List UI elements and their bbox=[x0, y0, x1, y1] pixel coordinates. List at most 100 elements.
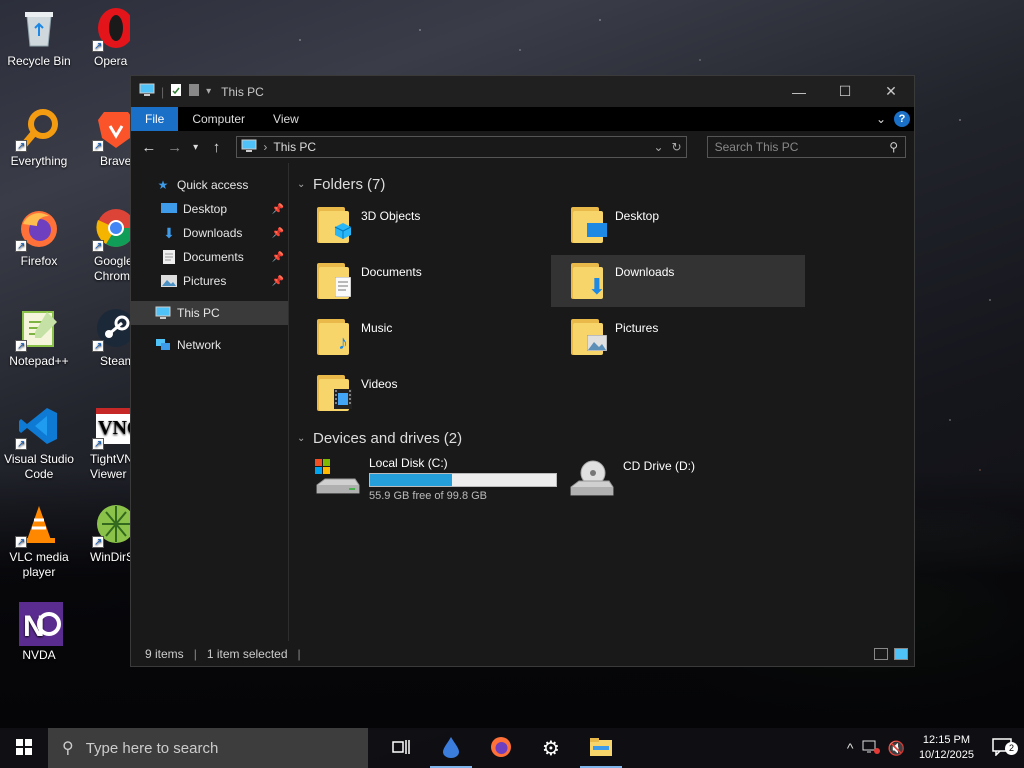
customize-toolbar-icon[interactable]: ▾ bbox=[206, 86, 211, 97]
this-pc-icon bbox=[155, 306, 171, 320]
desktop-icon-windirstat[interactable]: WinDirStat bbox=[78, 502, 130, 565]
folder-tile-downloads[interactable]: ⬇ Downloads bbox=[551, 255, 805, 307]
maximize-button[interactable]: ☐ bbox=[822, 76, 868, 107]
desktop-icon-label: Visual Studio Code bbox=[4, 452, 74, 481]
back-arrow-icon[interactable]: ← bbox=[139, 139, 159, 156]
download-icon: ⬇ bbox=[163, 224, 175, 241]
desktop-icon-notepadpp[interactable]: Notepad++ bbox=[0, 306, 78, 369]
nav-this-pc[interactable]: This PC bbox=[131, 301, 288, 325]
minimize-button[interactable]: — bbox=[776, 76, 822, 107]
desktop-icon-brave[interactable]: Brave bbox=[78, 106, 130, 169]
search-placeholder: Search This PC bbox=[714, 140, 799, 154]
forward-arrow-icon[interactable]: → bbox=[165, 139, 185, 156]
folder-tile-videos[interactable]: Videos bbox=[297, 367, 551, 419]
taskbar-app-edge[interactable] bbox=[426, 728, 476, 768]
tab-file[interactable]: File bbox=[131, 107, 179, 131]
network-icon bbox=[155, 338, 171, 352]
folder-tile-3d-objects[interactable]: 3D Objects bbox=[297, 199, 551, 251]
chevron-down-icon[interactable]: ⌄ bbox=[297, 433, 313, 444]
pin-icon: 📌 bbox=[271, 275, 284, 287]
volume-muted-icon[interactable]: 🔇 bbox=[888, 740, 905, 757]
desktop-icon-vscode[interactable]: Visual Studio Code bbox=[0, 404, 78, 482]
ribbon-tabs: File Computer View ⌄ ? bbox=[131, 107, 914, 131]
new-folder-icon[interactable] bbox=[188, 83, 200, 100]
taskbar-app-settings[interactable]: ⚙ bbox=[526, 728, 576, 768]
folder-icon bbox=[313, 373, 353, 413]
brave-lion-icon bbox=[92, 106, 130, 154]
desktop-icon-label: NVDA bbox=[22, 648, 56, 662]
desktop-icon-nvda[interactable]: N NVDA bbox=[0, 600, 78, 663]
clock-time: 12:15 PM bbox=[922, 734, 971, 746]
tab-view[interactable]: View bbox=[259, 107, 313, 131]
nav-desktop[interactable]: Desktop 📌 bbox=[131, 197, 288, 221]
details-view-icon[interactable] bbox=[874, 647, 888, 660]
properties-icon[interactable] bbox=[170, 83, 182, 100]
task-view-icon bbox=[392, 739, 410, 758]
search-input[interactable]: Search This PC ⚲ bbox=[706, 136, 906, 158]
desktop-icon-chrome[interactable]: Google Chrome bbox=[78, 206, 130, 284]
chevron-right-icon[interactable]: › bbox=[263, 140, 267, 154]
clock[interactable]: 12:15 PM 10/12/2025 bbox=[913, 733, 980, 763]
taskbar-app-file-explorer[interactable] bbox=[576, 728, 626, 768]
folder-tile-music[interactable]: ♪ Music bbox=[297, 311, 551, 363]
desktop-icon-tightvnc[interactable]: VNC TightVNC Viewer bbox=[78, 404, 130, 482]
nav-label: Desktop bbox=[183, 202, 228, 216]
status-bar: 9 items | 1 item selected | bbox=[131, 641, 914, 666]
nvda-icon: N bbox=[17, 600, 63, 646]
desktop-icon-opera[interactable]: Opera Browser bbox=[78, 6, 130, 69]
nav-pictures[interactable]: Pictures 📌 bbox=[131, 269, 288, 293]
expand-ribbon-icon[interactable]: ⌄ bbox=[876, 112, 886, 126]
nav-network[interactable]: Network bbox=[131, 333, 288, 357]
nav-documents[interactable]: Documents 📌 bbox=[131, 245, 288, 269]
nav-downloads[interactable]: ⬇ Downloads 📌 bbox=[131, 221, 288, 245]
desktop-icon-recycle-bin[interactable]: Recycle Bin bbox=[0, 6, 78, 69]
disk-usage-bar bbox=[369, 473, 557, 487]
close-button[interactable]: ✕ bbox=[868, 76, 914, 107]
desktop-icon-vlc[interactable]: VLC media player bbox=[0, 502, 78, 580]
document-icon bbox=[161, 250, 177, 264]
document-icon bbox=[333, 277, 353, 297]
taskbar-search-box[interactable]: ⚲ Type here to search bbox=[48, 728, 368, 768]
drive-tile-c[interactable]: Local Disk (C:) 55.9 GB free of 99.8 GB bbox=[297, 451, 557, 507]
status-item-count: 9 items bbox=[145, 646, 184, 661]
group-title: Devices and drives bbox=[313, 429, 440, 447]
address-bar[interactable]: › This PC ⌄ ↻ bbox=[236, 136, 687, 158]
refresh-icon[interactable]: ↻ bbox=[672, 140, 682, 154]
drive-name: Local Disk (C:) bbox=[369, 456, 448, 470]
notification-center-button[interactable]: 2 bbox=[988, 737, 1018, 759]
nav-label: Documents bbox=[183, 250, 244, 264]
taskbar-app-firefox[interactable] bbox=[476, 728, 526, 768]
desktop-icon-firefox[interactable]: Firefox bbox=[0, 206, 78, 269]
nav-quick-access[interactable]: ★ Quick access bbox=[131, 173, 288, 197]
magnifier-icon bbox=[15, 106, 61, 154]
tab-computer[interactable]: Computer bbox=[178, 107, 259, 131]
folder-icon: ⬇ bbox=[567, 261, 607, 301]
recent-locations-icon[interactable]: ▾ bbox=[191, 142, 201, 153]
title-bar[interactable]: | ▾ This PC — ☐ ✕ bbox=[131, 76, 914, 107]
chevron-up-icon[interactable]: ^ bbox=[847, 740, 854, 756]
chevron-down-icon[interactable]: ⌄ bbox=[653, 140, 663, 154]
large-icons-view-icon[interactable] bbox=[894, 647, 908, 660]
start-button[interactable] bbox=[0, 728, 48, 768]
pin-icon: 📌 bbox=[271, 251, 284, 263]
desktop-icon-everything[interactable]: Everything bbox=[0, 106, 78, 169]
help-icon[interactable]: ? bbox=[894, 111, 910, 127]
desktop-icon bbox=[161, 202, 177, 216]
folder-tile-documents[interactable]: Documents bbox=[297, 255, 551, 307]
desktop-icon-label: Opera Browser bbox=[94, 54, 130, 68]
folders-group-header[interactable]: ⌄ Folders (7) bbox=[297, 171, 914, 197]
windirstat-icon bbox=[92, 502, 130, 550]
network-icon[interactable] bbox=[862, 739, 880, 758]
up-arrow-icon[interactable]: ↑ bbox=[207, 139, 227, 156]
chevron-down-icon[interactable]: ⌄ bbox=[297, 179, 313, 190]
task-view-button[interactable] bbox=[376, 728, 426, 768]
drives-group-header[interactable]: ⌄ Devices and drives (2) bbox=[297, 425, 914, 451]
address-path[interactable]: This PC bbox=[273, 140, 316, 154]
folder-tile-desktop[interactable]: Desktop bbox=[551, 199, 805, 251]
drive-tile-d[interactable]: CD Drive (D:) bbox=[551, 451, 695, 507]
desktop-icon-steam[interactable]: Steam bbox=[78, 306, 130, 369]
drive-free-space: 55.9 GB free of 99.8 GB bbox=[369, 490, 488, 502]
chrome-icon bbox=[92, 206, 130, 254]
folder-name: Downloads bbox=[615, 265, 675, 279]
folder-tile-pictures[interactable]: Pictures bbox=[551, 311, 805, 363]
